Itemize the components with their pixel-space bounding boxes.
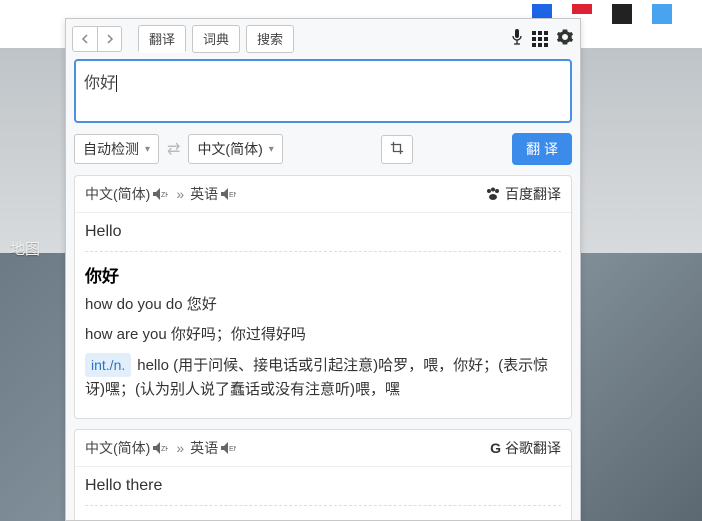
source-lang-label: 中文(简体) <box>85 438 150 458</box>
provider-baidu[interactable]: 百度翻译 <box>485 184 561 204</box>
popup-header: 翻译 词典 搜索 <box>66 19 580 59</box>
target-lang-label: 英语 <box>190 438 218 458</box>
translate-button[interactable]: 翻 译 <box>512 133 572 165</box>
apps-grid-icon[interactable] <box>532 31 548 47</box>
target-language-label: 中文(简体) <box>197 139 262 159</box>
source-language-label: 自动检测 <box>83 139 139 159</box>
screenshot-translate-button[interactable] <box>381 135 413 164</box>
nav-buttons <box>72 26 122 52</box>
tab-search[interactable]: 搜索 <box>246 25 294 53</box>
arrow-icon: » <box>176 186 184 202</box>
dict-line: how do you do 您好 <box>85 293 561 317</box>
nav-back-button[interactable] <box>73 27 97 51</box>
paw-icon <box>485 186 501 202</box>
settings-icon[interactable] <box>556 28 574 51</box>
translate-popup: 翻译 词典 搜索 你好 自动检测 ▾ ⇄ 中文(简体) ▾ <box>65 18 581 521</box>
source-lang-label: 中文(简体) <box>85 184 150 204</box>
speaker-icon[interactable]: EN <box>218 186 238 202</box>
language-row: 自动检测 ▾ ⇄ 中文(简体) ▾ 翻 译 <box>74 133 572 165</box>
svg-text:ZH: ZH <box>161 446 168 453</box>
swap-languages-icon[interactable]: ⇄ <box>167 139 180 159</box>
provider-google[interactable]: G 谷歌翻译 <box>490 438 561 458</box>
result-card-header: 中文(简体) ZH » 英语 EN G 谷歌翻译 <box>75 430 571 467</box>
pos-badge: int./n. <box>85 353 131 377</box>
result-card-header: 中文(简体) ZH » 英语 EN 百度翻译 <box>75 176 571 213</box>
result-card-baidu: 中文(简体) ZH » 英语 EN 百度翻译 Hello 你好 how do y… <box>74 175 572 419</box>
tab-translate[interactable]: 翻译 <box>138 25 186 53</box>
google-g-icon: G <box>490 440 501 456</box>
keyword: 你好 <box>85 262 561 287</box>
target-language-select[interactable]: 中文(简体) ▾ <box>188 134 282 164</box>
tab-bar: 翻译 词典 搜索 <box>138 25 294 53</box>
mic-icon[interactable] <box>510 28 524 51</box>
dict-line: how are you 你好吗；你过得好吗 <box>85 323 561 347</box>
source-text-input[interactable]: 你好 <box>74 59 572 123</box>
chevron-down-icon: ▾ <box>269 144 274 155</box>
provider-label: 百度翻译 <box>505 184 561 204</box>
target-lang-label: 英语 <box>190 184 218 204</box>
speaker-icon[interactable]: ZH <box>150 440 170 456</box>
svg-text:EN: EN <box>229 446 236 453</box>
arrow-icon: » <box>176 440 184 456</box>
keyword: 你好 <box>85 516 561 520</box>
chevron-down-icon: ▾ <box>145 144 150 155</box>
svg-text:EN: EN <box>229 192 236 199</box>
source-language-select[interactable]: 自动检测 ▾ <box>74 134 159 164</box>
speaker-icon[interactable]: ZH <box>150 186 170 202</box>
nav-forward-button[interactable] <box>97 27 121 51</box>
input-value: 你好 <box>84 75 116 92</box>
dict-definition: int./n.hello (用于问候、接电话或引起注意)哈罗，喂，你好；(表示惊… <box>85 353 561 402</box>
provider-label: 谷歌翻译 <box>505 438 561 458</box>
speaker-icon[interactable]: EN <box>218 440 238 456</box>
svg-text:ZH: ZH <box>161 192 168 199</box>
translation-main: Hello <box>85 223 561 241</box>
translation-main: Hello there <box>85 477 561 495</box>
result-card-google: 中文(简体) ZH » 英语 EN G 谷歌翻译 Hello there 你好 <box>74 429 572 520</box>
tab-dictionary[interactable]: 词典 <box>192 25 240 53</box>
background-label: 地图 <box>10 238 40 259</box>
definition-text: hello (用于问候、接电话或引起注意)哈罗，喂，你好；(表示惊讶)嘿；(认为… <box>85 357 548 398</box>
